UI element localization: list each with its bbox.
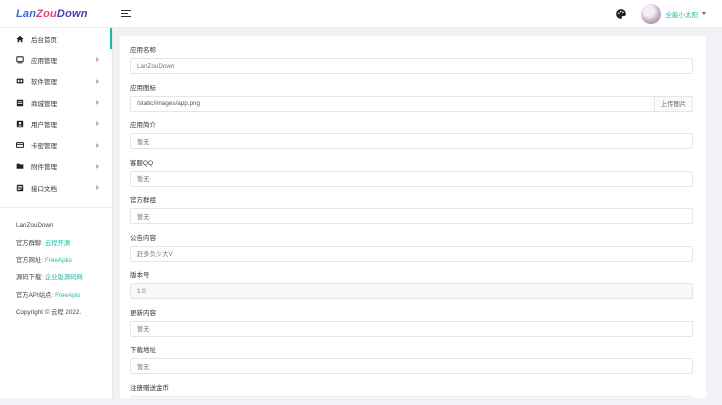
chevron-right-icon — [94, 143, 99, 148]
info-api-row: 官方API站点: FreeApis — [16, 291, 112, 308]
download-url-input[interactable]: 暂无 — [130, 358, 693, 374]
avatar[interactable] — [640, 3, 661, 24]
logo-part-3: Down — [56, 7, 88, 20]
info-site-label: 官方网址: — [16, 256, 43, 264]
app-intro-input[interactable]: 暂无 — [130, 133, 693, 149]
sidebar-item-label: 软件管理 — [31, 79, 57, 87]
field-label-download-url: 下载地址 — [130, 347, 156, 354]
copyright: Copyright © 云程 2022. — [16, 308, 82, 316]
info-site-row: 官方网址: FreeApks — [16, 256, 112, 273]
sidebar-item-apps[interactable]: 应用管理 — [0, 49, 112, 70]
top-bar: LanZouDown 全能小太阳 — [0, 0, 722, 28]
sidebar-item-attachments[interactable]: 附件管理 — [0, 156, 112, 177]
home-icon — [16, 35, 24, 43]
settings-form: 应用名称 LanZouDown 应用图标 /static/images/app.… — [120, 36, 706, 405]
field-label-register-coins: 注册赠送金币 — [130, 384, 169, 392]
field-label-official-group: 官方群组 — [130, 197, 156, 204]
sidebar-item-label: 卡密管理 — [31, 143, 57, 151]
info-api-label: 官方API站点: — [16, 291, 54, 299]
sidebar-item-software[interactable]: 软件管理 — [0, 71, 112, 92]
card-icon — [16, 141, 24, 149]
announcement-input[interactable]: 赶多负少大V — [130, 245, 693, 262]
chevron-right-icon — [94, 164, 99, 169]
version-input[interactable]: 1.0 — [130, 283, 693, 299]
sidebar-item-label: 用户管理 — [31, 121, 57, 129]
sidebar-item-dashboard[interactable]: 后台首页 — [0, 28, 112, 50]
app-icon-input[interactable]: /static/images/app.png — [131, 100, 654, 107]
info-download-link[interactable]: 企业版源码网 — [45, 274, 83, 281]
app-logo[interactable]: LanZouDown — [0, 8, 113, 20]
sidebar-item-label: 接口文档 — [31, 185, 57, 193]
field-label-app-icon: 应用图标 — [130, 84, 156, 92]
sidebar-item-cards[interactable]: 卡密管理 — [0, 134, 112, 155]
bottom-strip — [0, 398, 722, 405]
sidebar-item-label: 商城管理 — [31, 100, 57, 108]
update-content-input[interactable]: 暂无 — [130, 320, 693, 337]
support-qq-input[interactable]: 暂无 — [130, 170, 693, 187]
sidebar-item-label: 应用管理 — [31, 57, 57, 65]
user-name[interactable]: 全能小太阳 — [666, 9, 699, 19]
info-group-link[interactable]: 云程开源 — [45, 240, 70, 247]
site-info: LanZouDown 官方群聊: 云程开源 官方网址: FreeApks 源码下载:… — [0, 208, 112, 325]
shop-icon — [16, 99, 24, 107]
folder-icon — [16, 162, 24, 170]
field-label-support-qq: 客服QQ — [130, 159, 154, 167]
info-api-link[interactable]: FreeApis — [55, 292, 80, 299]
info-group-label: 官方群聊: — [16, 239, 43, 247]
sidebar-item-shop[interactable]: 商城管理 — [0, 92, 112, 113]
app-icon — [16, 56, 24, 64]
software-icon — [16, 77, 24, 85]
field-label-app-intro: 应用简介 — [130, 122, 156, 129]
official-group-input[interactable]: 暂无 — [130, 208, 693, 224]
doc-icon — [16, 184, 24, 192]
field-label-app-name: 应用名称 — [130, 47, 156, 54]
field-label-announcement: 公告内容 — [130, 234, 156, 242]
chevron-right-icon — [94, 57, 99, 63]
info-title: LanZouDown — [16, 222, 54, 230]
app-icon-field: /static/images/app.png 上传图片 — [130, 95, 693, 112]
chevron-right-icon — [94, 185, 99, 190]
sidebar-item-label: 后台首页 — [31, 36, 57, 44]
chevron-right-icon — [94, 79, 99, 84]
app-name-input[interactable]: LanZouDown — [130, 58, 693, 74]
info-group-row: 官方群聊: 云程开源 — [16, 239, 112, 256]
user-icon — [16, 120, 24, 128]
info-download-row: 源码下载: 企业版源码网 — [16, 273, 112, 290]
sidebar-item-api-docs[interactable]: 接口文档 — [0, 177, 112, 198]
field-label-version: 版本号 — [130, 272, 150, 279]
menu-toggle-icon[interactable] — [121, 9, 131, 18]
sidebar-item-label: 附件管理 — [31, 164, 57, 172]
logo-part-1: Lan — [16, 7, 37, 20]
field-label-update-content: 更新内容 — [130, 309, 156, 317]
logo-part-2: Zou — [36, 7, 57, 20]
info-site-link[interactable]: FreeApks — [45, 257, 72, 264]
upload-image-button[interactable]: 上传图片 — [654, 96, 692, 111]
chevron-right-icon — [94, 121, 99, 126]
palette-icon[interactable] — [615, 8, 627, 20]
chevron-down-icon[interactable] — [702, 12, 706, 15]
info-download-label: 源码下载: — [16, 274, 43, 282]
sidebar: 后台首页 应用管理 软件管理 商城管理 用户管理 卡密管理 附件管理 接口文档 … — [0, 28, 113, 398]
sidebar-item-users[interactable]: 用户管理 — [0, 113, 112, 134]
chevron-right-icon — [94, 100, 99, 105]
